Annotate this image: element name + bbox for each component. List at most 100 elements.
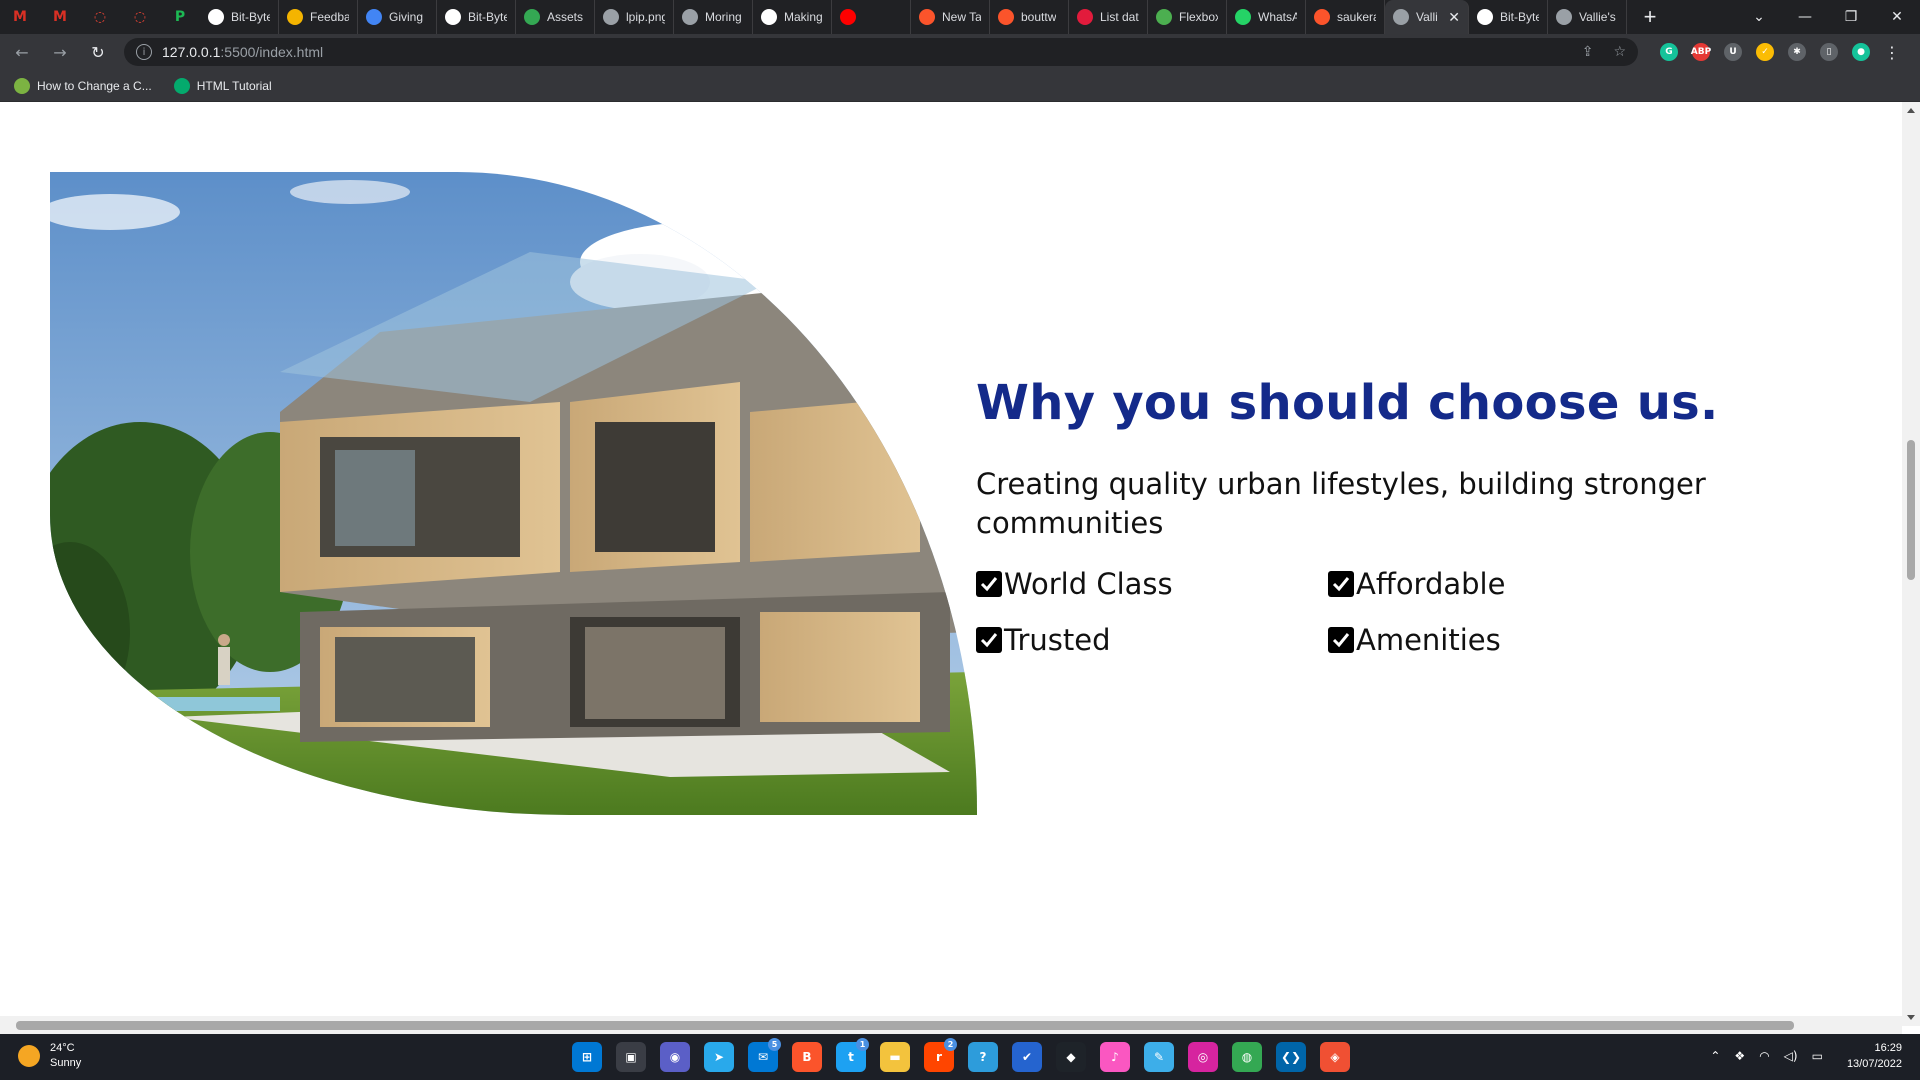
app-glyph: t (848, 1050, 854, 1064)
address-bar[interactable]: i 127.0.0.1:5500/index.html ⇪ ☆ (124, 38, 1638, 66)
browser-tab[interactable]: lpip.png (595, 0, 674, 34)
browser-tab[interactable]: Bit-Byte (200, 0, 279, 34)
bookmark-star-icon[interactable]: ☆ (1613, 44, 1626, 60)
app-glyph: ♪ (1111, 1050, 1119, 1064)
bookmark-item[interactable]: How to Change a C... (14, 77, 152, 94)
tab-label: Flexbox (1179, 10, 1218, 24)
slides-icon (287, 9, 303, 25)
windows-start-icon[interactable]: ⊞ (572, 1042, 602, 1072)
browser-tab[interactable]: Valli ✕ (1385, 0, 1469, 34)
browser-tab[interactable] (832, 0, 911, 34)
task-view-icon[interactable]: ▣ (616, 1042, 646, 1072)
back-button[interactable]: ← (6, 36, 38, 68)
site-info-icon[interactable]: i (136, 44, 152, 60)
browser-toolbar: ← → ↻ i 127.0.0.1:5500/index.html ⇪ ☆ GA… (0, 34, 1920, 70)
pinned-tab[interactable]: M (40, 0, 80, 34)
browser-tab[interactable]: New Ta (911, 0, 990, 34)
checkbox-checked-icon (976, 571, 1002, 597)
adblock-icon[interactable]: ABP (1691, 43, 1711, 61)
menu-kebab-icon[interactable]: ⋮ (1876, 36, 1908, 68)
bolt-icon (682, 9, 698, 25)
grammarly-icon[interactable]: G (1660, 43, 1678, 61)
browser-tab[interactable]: Making (753, 0, 832, 34)
telegram-icon[interactable]: ➤ (704, 1042, 734, 1072)
green-app-icon: P (174, 9, 186, 25)
app-glyph: ? (979, 1050, 987, 1064)
notification-badge: 2 (944, 1038, 957, 1051)
wifi-icon[interactable]: ◠ (1759, 1049, 1769, 1063)
bookmark-item[interactable]: HTML Tutorial (173, 77, 272, 94)
browser-tab[interactable]: saukera (1306, 0, 1385, 34)
minimize-button[interactable]: — (1782, 0, 1828, 34)
weather-widget[interactable]: 24°C Sunny (18, 1041, 81, 1071)
browser-tab[interactable]: List dat (1069, 0, 1148, 34)
mail-icon[interactable]: ✉ 5 (748, 1038, 781, 1072)
chrome-icon[interactable]: ◍ (1232, 1042, 1262, 1072)
checkbox-checked-icon (1328, 627, 1354, 653)
share-icon[interactable]: ⇪ (1582, 44, 1594, 60)
browser-tab[interactable]: Flexbox (1148, 0, 1227, 34)
color-picker-icon[interactable]: ✓ (1756, 43, 1774, 61)
clock[interactable]: 16:29 13/07/2022 (1847, 1040, 1902, 1072)
horizontal-scroll-thumb[interactable] (16, 1021, 1794, 1030)
browser-tab[interactable]: Giving (358, 0, 437, 34)
browser-tab[interactable]: Feedba (279, 0, 358, 34)
new-tab-button[interactable]: + (1635, 0, 1665, 34)
reload-button[interactable]: ↻ (82, 36, 114, 68)
browser-tab[interactable]: Bit-Byte (1469, 0, 1548, 34)
notification-badge: 5 (768, 1038, 781, 1051)
binance-icon[interactable]: ◆ (1056, 1042, 1086, 1072)
browser-tab[interactable]: Moring (674, 0, 753, 34)
puzzle-icon[interactable]: ✱ (1788, 43, 1806, 61)
app-glyph: ◈ (1330, 1050, 1340, 1064)
volume-icon[interactable]: ◁) (1784, 1049, 1798, 1063)
tray-chevron-icon[interactable]: ⌃ (1710, 1049, 1720, 1063)
scroll-up-arrow-icon[interactable] (1907, 108, 1915, 113)
shield-icon[interactable]: U (1724, 43, 1742, 61)
todo-icon[interactable]: ✔ (1012, 1042, 1042, 1072)
reddit-icon[interactable]: r2 (924, 1038, 957, 1072)
tab-search-icon[interactable]: ⌄ (1736, 0, 1782, 34)
help-icon[interactable]: ? (968, 1042, 998, 1072)
krita-icon[interactable]: ✎ (1144, 1042, 1174, 1072)
tab-label: List dat (1100, 10, 1139, 24)
github-icon (1477, 9, 1493, 25)
pinned-tab[interactable]: P (160, 0, 200, 34)
vscode-icon[interactable]: ❮❯ (1276, 1042, 1306, 1072)
file-explorer-icon[interactable]: ▬ (880, 1042, 910, 1072)
teams-chat-icon[interactable]: ◉ (660, 1042, 690, 1072)
itunes-icon[interactable]: ♪ (1100, 1042, 1130, 1072)
brave-icon[interactable]: B (792, 1042, 822, 1072)
vertical-scrollbar[interactable] (1902, 102, 1920, 1026)
checkbox-checked-icon (976, 627, 1002, 653)
pinned-tab[interactable]: ◌ (80, 0, 120, 34)
forward-button[interactable]: → (44, 36, 76, 68)
close-window-button[interactable]: ✕ (1874, 0, 1920, 34)
tab-label: bouttw (1021, 10, 1057, 24)
lb-icon (1077, 9, 1093, 25)
sidepanel-icon[interactable]: ▯ (1820, 43, 1838, 61)
vertical-scroll-thumb[interactable] (1907, 440, 1915, 580)
git-icon[interactable]: ◈ (1320, 1042, 1350, 1072)
pinned-tab[interactable]: ◌ (120, 0, 160, 34)
clock-date: 13/07/2022 (1846, 1058, 1902, 1070)
profile-icon[interactable]: ● (1852, 43, 1870, 61)
browser-tab[interactable]: WhatsA (1227, 0, 1306, 34)
browser-tab[interactable]: Bit-Byte (437, 0, 516, 34)
url-host: 127.0.0.1 (162, 44, 221, 60)
tab-label: Valli (1416, 10, 1438, 24)
browser-tab[interactable]: Vallie's (1548, 0, 1627, 34)
instagram-icon[interactable]: ◎ (1188, 1042, 1218, 1072)
close-tab-icon[interactable]: ✕ (1448, 9, 1460, 26)
pinned-tab[interactable]: M (0, 0, 40, 34)
browser-tab[interactable]: bouttw (990, 0, 1069, 34)
bookmark-label: How to Change a C... (37, 78, 152, 93)
restore-button[interactable]: ❐ (1828, 0, 1874, 34)
gmail-icon: M (13, 9, 27, 25)
browser-tab[interactable]: Assets (516, 0, 595, 34)
battery-icon[interactable]: ▭ (1812, 1049, 1823, 1063)
horizontal-scrollbar[interactable] (0, 1016, 1902, 1034)
scroll-down-arrow-icon[interactable] (1907, 1015, 1915, 1020)
dropbox-icon[interactable]: ❖ (1734, 1049, 1745, 1063)
twitter-icon[interactable]: t1 (836, 1038, 869, 1072)
